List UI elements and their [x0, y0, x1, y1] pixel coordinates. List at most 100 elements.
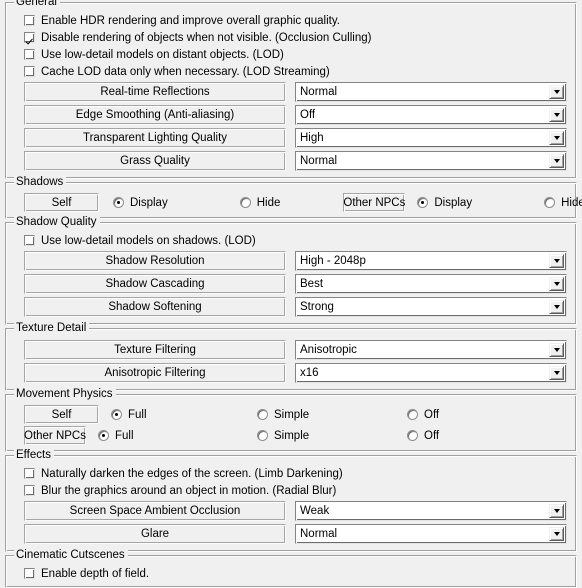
checkbox-label-hdr-rendering: Enable HDR rendering and improve overall… — [41, 14, 340, 27]
group-shadows-title: Shadows — [14, 176, 67, 189]
field-label-shadow-resolution: Shadow Resolution — [24, 251, 286, 271]
combobox-value-texture-filtering: Anisotropic — [300, 344, 357, 356]
radio-icon[interactable] — [544, 197, 556, 208]
radio-icon[interactable] — [257, 430, 268, 441]
checkbox-radial-blur[interactable] — [24, 485, 35, 496]
combobox-anisotropic-filtering[interactable]: x16 — [295, 363, 567, 383]
chevron-down-icon[interactable] — [549, 131, 564, 145]
chevron-down-icon[interactable] — [549, 300, 564, 314]
combobox-texture-filtering[interactable]: Anisotropic — [295, 340, 567, 360]
field-label-texture-filtering: Texture Filtering — [24, 340, 286, 360]
setting-row-edge-smoothing: Edge Smoothing (Anti-aliasing) Off — [24, 104, 576, 126]
radio-icon[interactable] — [407, 430, 418, 441]
checkbox-depth-of-field[interactable] — [24, 568, 35, 579]
combobox-value-glare: Normal — [300, 528, 338, 540]
chevron-down-icon[interactable] — [549, 527, 564, 541]
checkbox-row-depth-of-field[interactable]: Enable depth of field. — [24, 565, 576, 582]
checkbox-hdr-rendering[interactable] — [24, 15, 35, 26]
chevron-down-icon[interactable] — [549, 85, 564, 99]
group-movement-physics: Movement Physics Self Full Simple Off Ot… — [5, 388, 577, 452]
setting-row-anisotropic-filtering: Anisotropic Filtering x16 — [24, 362, 576, 384]
checkbox-lod-distant-objects[interactable] — [24, 49, 35, 60]
checkbox-label-shadow-lod: Use low-detail models on shadows. (LOD) — [41, 234, 256, 247]
combobox-value-transparent-lighting-quality: High — [300, 132, 324, 144]
group-shadow-quality: Shadow Quality Use low-detail models on … — [5, 216, 577, 325]
checkbox-limb-darkening[interactable] — [24, 468, 35, 479]
combobox-value-edge-smoothing: Off — [300, 109, 316, 121]
radio-icon[interactable] — [98, 430, 109, 441]
setting-row-shadow-resolution: Shadow Resolution High - 2048p — [24, 250, 576, 272]
setting-row-grass-quality: Grass Quality Normal — [24, 150, 576, 172]
checkbox-row-occlusion-culling[interactable]: Disable rendering of objects when not vi… — [24, 29, 576, 46]
chevron-down-icon[interactable] — [549, 154, 564, 168]
radio-shadows-self-hide[interactable]: Hide — [239, 196, 281, 210]
radio-label-physics-self-off: Off — [424, 408, 440, 421]
checkbox-row-shadow-lod[interactable]: Use low-detail models on shadows. (LOD) — [24, 232, 576, 249]
chevron-down-icon[interactable] — [549, 277, 564, 291]
group-texture-detail-title: Texture Detail — [14, 322, 90, 335]
shadows-radio-row: Self Display Hide Other NPCs Display Hid… — [24, 192, 582, 213]
radio-shadows-self-display[interactable]: Display — [113, 196, 168, 210]
combobox-edge-smoothing[interactable]: Off — [295, 105, 567, 125]
radio-label-physics-other-simple: Simple — [274, 429, 310, 442]
radio-physics-self-off[interactable]: Off — [407, 408, 439, 422]
radio-icon[interactable] — [239, 197, 251, 208]
combobox-value-grass-quality: Normal — [300, 155, 338, 167]
setting-row-shadow-softening: Shadow Softening Strong — [24, 296, 576, 318]
chevron-down-icon[interactable] — [549, 504, 564, 518]
chevron-down-icon[interactable] — [549, 254, 564, 268]
radio-shadows-other-hide[interactable]: Hide — [544, 196, 582, 210]
combobox-realtime-reflections[interactable]: Normal — [295, 82, 567, 102]
radio-label-physics-other-full: Full — [115, 429, 134, 442]
radio-icon[interactable] — [257, 409, 268, 420]
radio-physics-self-full[interactable]: Full — [111, 408, 257, 422]
radio-icon[interactable] — [111, 409, 122, 420]
combobox-value-shadow-resolution: High - 2048p — [300, 255, 366, 267]
group-general-title: General — [14, 0, 60, 9]
combobox-transparent-lighting-quality[interactable]: High — [295, 128, 567, 148]
combobox-grass-quality[interactable]: Normal — [295, 151, 567, 171]
group-shadows: Shadows Self Display Hide Other NPCs Dis… — [5, 176, 582, 219]
group-texture-detail: Texture Detail Texture Filtering Anisotr… — [5, 322, 577, 391]
radio-label-shadows-self-hide: Hide — [256, 196, 281, 209]
combobox-glare[interactable]: Normal — [295, 524, 567, 544]
checkbox-row-radial-blur[interactable]: Blur the graphics around an object in mo… — [24, 482, 576, 499]
field-label-transparent-lighting-quality: Transparent Lighting Quality — [24, 128, 286, 148]
checkbox-row-limb-darkening[interactable]: Naturally darken the edges of the screen… — [24, 465, 576, 482]
combobox-shadow-softening[interactable]: Strong — [295, 297, 567, 317]
combobox-value-anisotropic-filtering: x16 — [300, 367, 319, 379]
radio-physics-other-simple[interactable]: Simple — [257, 429, 407, 443]
combobox-ssao[interactable]: Weak — [295, 501, 567, 521]
radio-physics-self-simple[interactable]: Simple — [257, 408, 407, 422]
checkbox-row-lod-streaming[interactable]: Cache LOD data only when necessary. (LOD… — [24, 63, 576, 80]
chevron-down-icon[interactable] — [549, 108, 564, 122]
checkbox-shadow-lod[interactable] — [24, 235, 35, 246]
radio-icon[interactable] — [113, 197, 124, 208]
field-label-shadow-cascading: Shadow Cascading — [24, 274, 286, 294]
radio-icon[interactable] — [407, 409, 418, 420]
setting-row-texture-filtering: Texture Filtering Anisotropic — [24, 339, 576, 361]
radio-label-physics-other-off: Off — [424, 429, 440, 442]
chevron-down-icon[interactable] — [549, 366, 564, 380]
group-general: General Enable HDR rendering and improve… — [5, 0, 577, 179]
combobox-shadow-cascading[interactable]: Best — [295, 274, 567, 294]
checkbox-label-occlusion-culling: Disable rendering of objects when not vi… — [41, 31, 372, 44]
field-label-ssao: Screen Space Ambient Occlusion — [24, 501, 286, 521]
field-label-grass-quality: Grass Quality — [24, 151, 286, 171]
checkbox-lod-streaming[interactable] — [24, 66, 35, 77]
side-label-shadows-self: Self — [24, 193, 99, 212]
checkbox-row-lod-distant-objects[interactable]: Use low-detail models on distant objects… — [24, 46, 576, 63]
setting-row-transparent-lighting-quality: Transparent Lighting Quality High — [24, 127, 576, 149]
movement-physics-other-row: Other NPCs Full Simple Off — [24, 425, 576, 446]
group-movement-physics-title: Movement Physics — [14, 388, 116, 401]
checkbox-label-radial-blur: Blur the graphics around an object in mo… — [41, 484, 337, 497]
checkbox-row-hdr-rendering[interactable]: Enable HDR rendering and improve overall… — [24, 12, 576, 29]
checkbox-occlusion-culling[interactable] — [24, 32, 35, 43]
radio-icon[interactable] — [417, 197, 429, 208]
combobox-value-shadow-cascading: Best — [300, 278, 324, 290]
combobox-shadow-resolution[interactable]: High - 2048p — [295, 251, 567, 271]
radio-shadows-other-display[interactable]: Display — [417, 196, 472, 210]
radio-physics-other-full[interactable]: Full — [98, 429, 257, 443]
chevron-down-icon[interactable] — [549, 343, 564, 357]
radio-physics-other-off[interactable]: Off — [407, 429, 439, 443]
